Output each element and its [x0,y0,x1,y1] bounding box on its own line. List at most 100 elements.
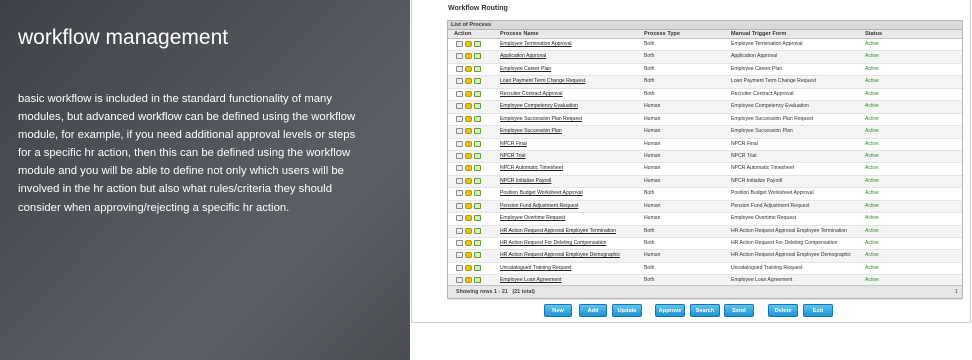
edit-icon[interactable] [465,140,472,147]
edit-icon[interactable] [465,190,472,197]
process-name-link[interactable]: HR Action Request For Deleting Compensat… [500,238,606,249]
edit-icon[interactable] [465,53,472,60]
approve-button[interactable]: Approve [655,304,685,317]
trigger-icon[interactable] [474,128,481,135]
send-button[interactable]: Send [724,304,754,317]
view-icon[interactable] [456,78,463,85]
process-name-link[interactable]: NPCR Trial [500,151,525,162]
trigger-icon[interactable] [474,177,481,184]
process-name-link[interactable]: NPCR Initialize Payroll [500,176,551,187]
view-icon[interactable] [456,115,463,122]
edit-icon[interactable] [465,215,472,222]
process-name-link[interactable]: Uncatalogued Training Request [500,263,571,274]
process-name-link[interactable]: HR Action Request Approval Employee Term… [500,226,616,237]
manual-trigger-form: NPCR Automatic Timesheet [731,165,795,172]
column-header-manual-trigger-form[interactable]: Manual Trigger Form [731,30,786,38]
view-icon[interactable] [456,277,463,284]
edit-icon[interactable] [465,240,472,246]
update-button[interactable]: Update [612,304,642,317]
view-icon[interactable] [456,128,463,135]
trigger-icon[interactable] [474,277,481,284]
edit-icon[interactable] [465,65,472,72]
manual-trigger-form: Uncatalogued Training Request [731,264,803,271]
trigger-icon[interactable] [474,53,481,60]
view-icon[interactable] [456,103,463,110]
process-name-link[interactable]: Employee Succession Plan Request [500,114,582,125]
edit-icon[interactable] [465,41,472,47]
trigger-icon[interactable] [474,103,481,110]
view-icon[interactable] [456,165,463,172]
edit-icon[interactable] [465,227,472,234]
process-name-link[interactable]: HR Action Request Approval Employee Demo… [500,250,620,261]
edit-icon[interactable] [465,177,472,184]
trigger-icon[interactable] [474,165,481,172]
trigger-icon[interactable] [474,78,481,85]
process-name-link[interactable]: NPCR Automatic Timesheet [500,163,563,174]
view-icon[interactable] [456,227,463,234]
view-icon[interactable] [456,65,463,72]
process-name-link[interactable]: Employee Termination Approval [500,39,572,50]
edit-icon[interactable] [465,264,472,271]
edit-icon[interactable] [465,252,472,259]
delete-button[interactable]: Delete [768,304,798,317]
process-name-link[interactable]: Loan Payment Term Change Request [500,76,585,87]
trigger-icon[interactable] [474,227,481,234]
edit-icon[interactable] [465,128,472,135]
process-name-link[interactable]: Employee Competency Evaluation [500,101,578,112]
view-icon[interactable] [456,240,463,246]
view-icon[interactable] [456,215,463,222]
row-actions [456,240,483,247]
view-icon[interactable] [456,41,463,47]
trigger-icon[interactable] [474,252,481,259]
edit-icon[interactable] [465,115,472,122]
view-icon[interactable] [456,152,463,159]
trigger-icon[interactable] [474,264,481,271]
add-button[interactable]: Add [579,304,607,317]
row-actions [456,65,483,73]
column-header-process-type[interactable]: Process Type [644,30,680,38]
process-name-link[interactable]: Recruiter Contract Approval [500,89,563,100]
trigger-icon[interactable] [474,140,481,147]
edit-icon[interactable] [465,202,472,209]
view-icon[interactable] [456,90,463,97]
column-header-action[interactable]: Action [454,30,471,38]
trigger-icon[interactable] [474,115,481,122]
view-icon[interactable] [456,264,463,271]
edit-icon[interactable] [465,165,472,172]
view-icon[interactable] [456,140,463,147]
view-icon[interactable] [456,53,463,60]
process-name-link[interactable]: Employee Overtime Request [500,213,565,224]
rows-total: (21 total) [512,289,535,295]
view-icon[interactable] [456,190,463,197]
page-number[interactable]: 1 [955,286,958,298]
trigger-icon[interactable] [474,202,481,209]
trigger-icon[interactable] [474,41,481,47]
view-icon[interactable] [456,177,463,184]
edit-icon[interactable] [465,78,472,85]
process-name-link[interactable]: Pension Fund Adjustment Request [500,201,578,212]
new-button[interactable]: New [544,304,572,317]
view-icon[interactable] [456,202,463,209]
search-button[interactable]: Search [690,304,720,317]
trigger-icon[interactable] [474,215,481,222]
view-icon[interactable] [456,252,463,259]
trigger-icon[interactable] [474,90,481,97]
process-name-link[interactable]: Employee Career Plan [500,64,551,75]
edit-icon[interactable] [465,103,472,110]
process-name-link[interactable]: Position Budget Worksheet Approval [500,188,583,199]
trigger-icon[interactable] [474,65,481,72]
trigger-icon[interactable] [474,190,481,197]
edit-icon[interactable] [465,90,472,97]
column-header-process-name[interactable]: Process Name [500,30,539,38]
edit-icon[interactable] [465,152,472,159]
workflow-window: Workflow Routing List of Process Action … [411,0,971,323]
process-name-link[interactable]: NPCR Final [500,139,527,150]
edit-icon[interactable] [465,277,472,284]
column-header-status[interactable]: Status [865,30,882,38]
process-name-link[interactable]: Employee Succession Plan [500,126,562,137]
process-name-link[interactable]: Application Approval [500,51,546,62]
status-badge: Active [865,78,879,85]
trigger-icon[interactable] [474,152,481,159]
exit-button[interactable]: Exit [803,304,833,317]
trigger-icon[interactable] [474,240,481,246]
